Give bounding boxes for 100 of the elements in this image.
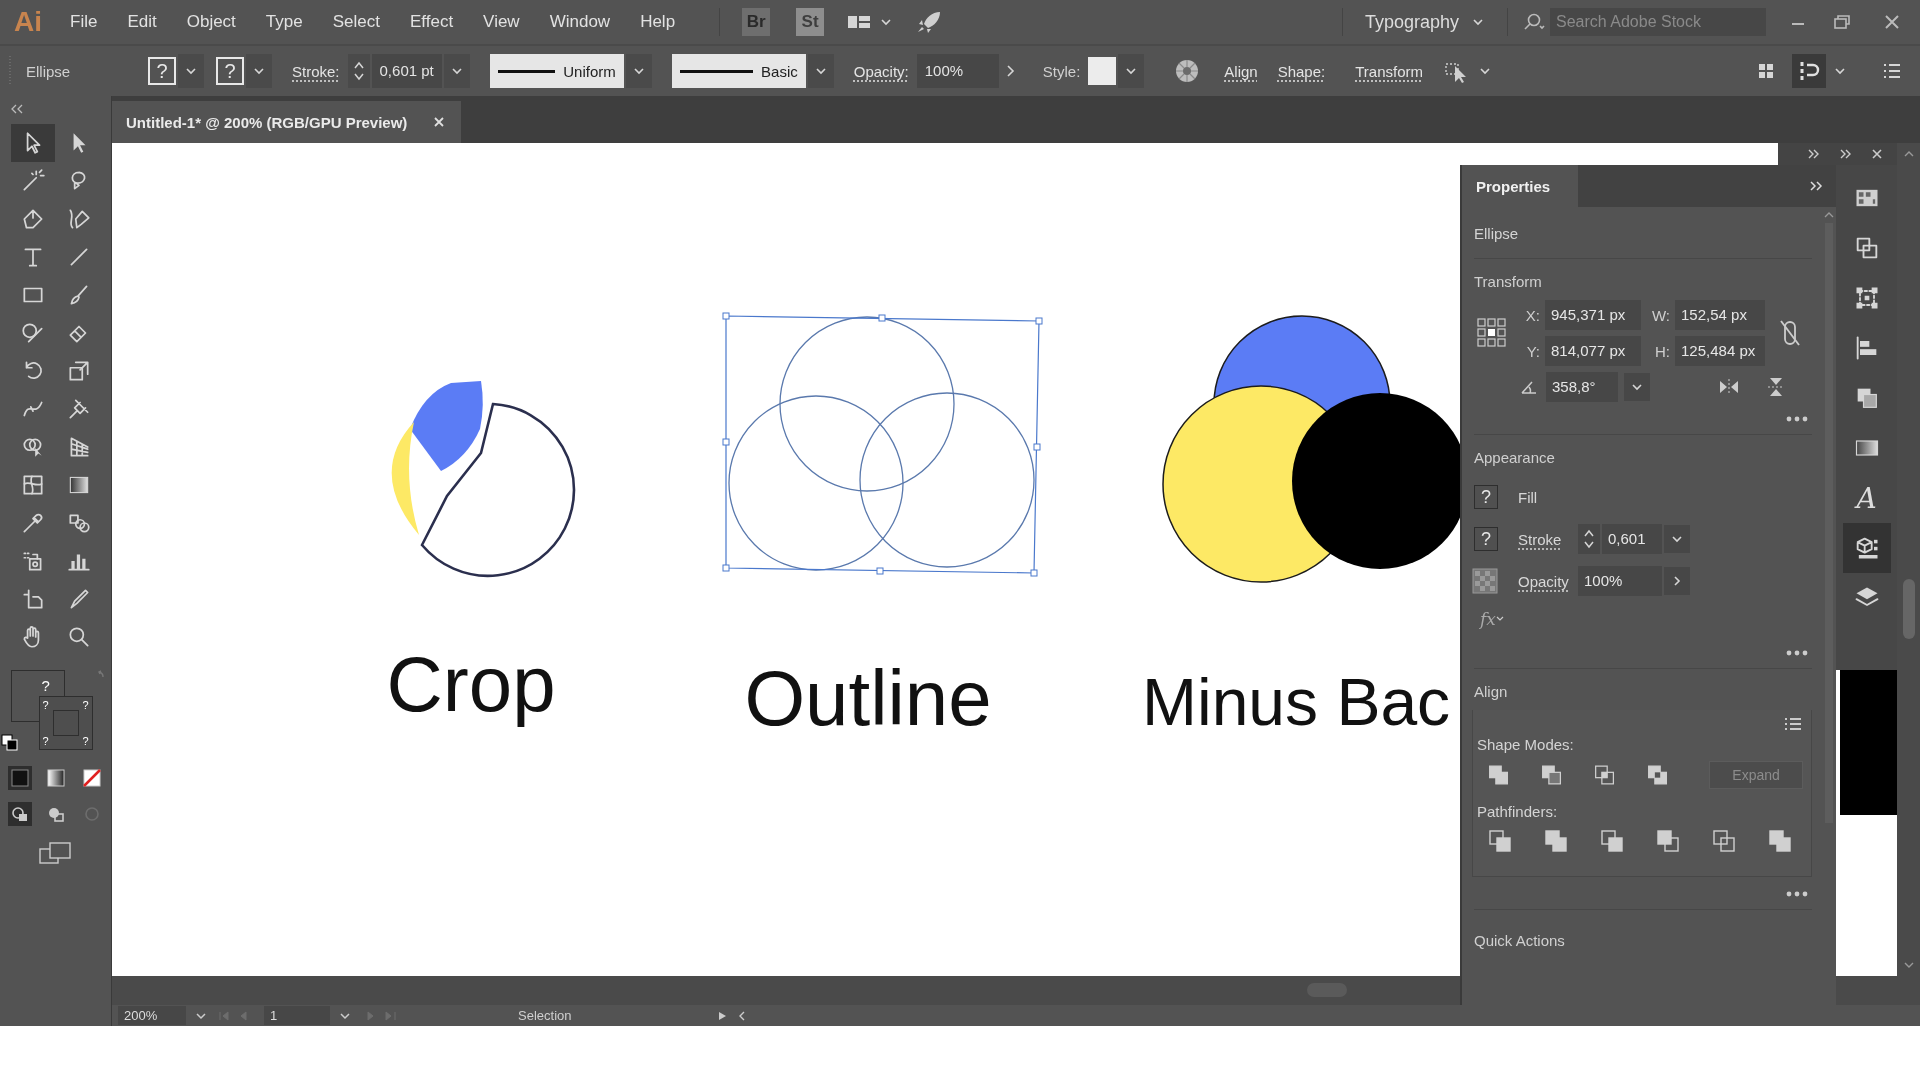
stroke-swatch[interactable]: ? — [1474, 527, 1498, 551]
menu-item[interactable]: Effect — [409, 12, 454, 32]
brush-chevron-button[interactable] — [807, 54, 834, 88]
overlapping-squares-icon[interactable] — [1487, 762, 1511, 788]
stroke-profile-dropdown[interactable]: Uniform — [489, 54, 624, 88]
overlapping-squares-icon[interactable] — [1543, 828, 1569, 854]
chevron-down-icon[interactable] — [1479, 65, 1491, 77]
panel-toggle-icon[interactable] — [1792, 54, 1826, 88]
expand-icon[interactable] — [1807, 148, 1821, 160]
stroke-weight-field[interactable]: 0,601 — [1602, 524, 1662, 554]
stroke-swatch[interactable]: ? — [216, 57, 244, 85]
draw-normal-icon[interactable] — [7, 802, 32, 826]
stepper-button[interactable] — [347, 54, 370, 88]
style-dropdown[interactable] — [1118, 54, 1145, 88]
color-mode-icon[interactable] — [7, 766, 32, 790]
menu-item[interactable]: Select — [332, 12, 380, 32]
play-icon[interactable] — [716, 1009, 728, 1022]
reference-point-icon[interactable] — [1476, 317, 1508, 349]
scrollbar-thumb[interactable] — [1902, 579, 1915, 639]
style-swatch[interactable] — [1088, 57, 1117, 85]
effects-button[interactable]: fx — [1480, 609, 1496, 629]
expand-icon[interactable] — [1839, 148, 1853, 160]
fill-swatch[interactable]: ? — [1474, 485, 1498, 509]
screen-mode-icon[interactable] — [37, 840, 74, 866]
menu-item[interactable]: Edit — [127, 12, 157, 32]
document-tab[interactable]: Untitled-1* @ 200% (RGB/GPU Preview) — [112, 101, 462, 143]
artwork-label: Outline — [744, 654, 992, 742]
profile-dropdown[interactable] — [625, 54, 652, 88]
chevron-down-icon — [450, 65, 463, 77]
overlapping-squares-icon[interactable] — [1593, 762, 1617, 788]
menu-item[interactable]: Window — [549, 12, 611, 32]
more-options-icon[interactable] — [1786, 650, 1808, 656]
caret-icon[interactable] — [1495, 616, 1504, 622]
overlapping-squares-icon[interactable] — [1599, 828, 1625, 854]
collapse-icon[interactable] — [10, 104, 24, 114]
rocket-icon[interactable] — [916, 10, 943, 34]
section-title: Transform — [1474, 273, 1543, 290]
overlapping-squares-icon[interactable] — [1646, 762, 1670, 788]
more-options-icon[interactable] — [1786, 416, 1808, 422]
stock-button[interactable]: St — [796, 8, 825, 36]
menu-item[interactable]: View — [483, 12, 520, 32]
workspace-switcher[interactable]: Typography — [1356, 11, 1493, 33]
transform-link[interactable]: Transform — [1355, 62, 1423, 80]
menu-item[interactable]: File — [70, 12, 98, 32]
shape-link[interactable]: Shape: — [1277, 62, 1326, 80]
chevron-down-icon — [814, 65, 827, 77]
object-type-label: Ellipse — [1474, 225, 1520, 242]
list-icon[interactable] — [1783, 716, 1803, 732]
height-field[interactable]: 125,484 px — [1675, 336, 1765, 366]
stepper-button[interactable] — [1578, 524, 1600, 554]
default-colors-icon[interactable] — [0, 734, 19, 752]
menu-item[interactable]: Object — [186, 12, 236, 32]
search-icon[interactable] — [1522, 12, 1548, 32]
overlapping-squares-icon[interactable] — [1711, 828, 1737, 854]
rotation-field[interactable]: 358,8° — [1546, 372, 1618, 402]
menu-item[interactable]: Type — [265, 12, 303, 32]
stroke-link[interactable]: Stroke: — [292, 62, 340, 80]
stroke-weight-dropdown[interactable] — [1664, 525, 1690, 553]
properties-tab[interactable]: Properties — [1462, 165, 1579, 207]
menu-item[interactable]: Help — [640, 12, 676, 32]
stroke-weight-field[interactable]: 0,601 pt — [371, 54, 442, 88]
close-icon[interactable] — [433, 116, 446, 128]
scroll-up-icon[interactable] — [1823, 211, 1835, 219]
width-field[interactable]: 152,54 px — [1675, 300, 1765, 330]
stroke-weight-dropdown[interactable] — [443, 54, 470, 88]
recolor-wheel-icon[interactable] — [1174, 58, 1201, 84]
overlapping-squares-icon[interactable] — [1767, 828, 1793, 854]
y-field[interactable]: 814,077 px — [1545, 336, 1641, 366]
opacity-slider-button[interactable] — [1664, 567, 1690, 595]
close-icon[interactable] — [1871, 148, 1883, 160]
opacity-field[interactable]: 100% — [1578, 566, 1662, 596]
zoom-field[interactable]: 200% — [118, 1006, 186, 1025]
cube-icon[interactable] — [1842, 523, 1891, 573]
pathfinders-label: Pathfinders: — [1477, 803, 1559, 820]
opacity-link[interactable]: Opacity: — [853, 62, 909, 80]
section-title: Align — [1474, 683, 1509, 700]
checkerboard-icon[interactable] — [1472, 568, 1498, 594]
up-down-arrows-icon — [352, 60, 365, 82]
field-label: W: — [1650, 306, 1670, 324]
stroke-link[interactable]: Stroke — [1518, 530, 1566, 548]
overlapping-squares-icon[interactable] — [1540, 762, 1564, 788]
overlapping-squares-icon[interactable] — [1487, 828, 1513, 854]
chevron-down-icon[interactable] — [1834, 65, 1846, 77]
search-field[interactable]: Search Adobe Stock — [1550, 8, 1766, 36]
broken-link-icon[interactable] — [1779, 319, 1801, 347]
chevron-down-icon[interactable] — [880, 16, 893, 28]
align-link[interactable]: Align — [1224, 62, 1258, 80]
more-options-icon[interactable] — [1786, 891, 1808, 897]
chevron-right-icon — [1671, 575, 1683, 587]
brush-dropdown[interactable]: Basic — [671, 54, 806, 88]
overlapping-squares-icon[interactable] — [1655, 828, 1681, 854]
x-field[interactable]: 945,371 px — [1545, 300, 1641, 330]
artboard-field[interactable]: 1 — [264, 1006, 330, 1025]
fill-swatch[interactable]: ? — [148, 57, 176, 85]
stroke-dropdown[interactable] — [246, 54, 272, 88]
fill-dropdown[interactable] — [178, 54, 204, 88]
collapse-icon[interactable] — [1808, 179, 1824, 193]
opacity-field[interactable]: 100% — [916, 54, 999, 88]
character-styles-button[interactable]: A — [1842, 473, 1891, 523]
rotation-dropdown[interactable] — [1624, 373, 1650, 401]
